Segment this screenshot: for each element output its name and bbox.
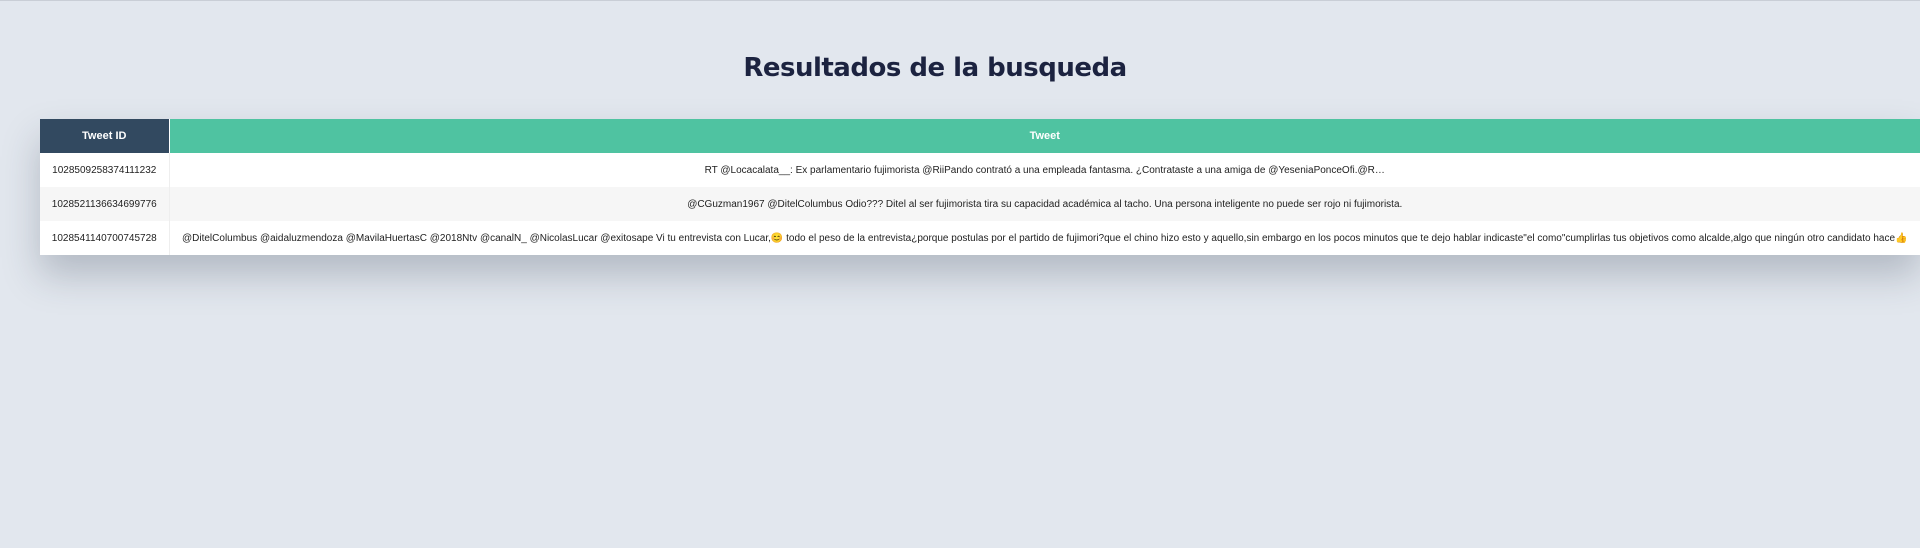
tweet-id-cell: 1028541140700745728 — [40, 221, 170, 255]
tweet-text-cell: @CGuzman1967 @DitelColumbus Odio??? Dite… — [169, 187, 1920, 221]
results-table: Tweet ID Tweet 1028509258374111232 RT @L… — [40, 119, 1920, 255]
table-row: 1028541140700745728 @DitelColumbus @aida… — [40, 221, 1920, 255]
tweet-id-cell: 1028509258374111232 — [40, 153, 170, 187]
column-header-tweet: Tweet — [168, 119, 1920, 153]
column-header-tweet-id: Tweet ID — [40, 119, 169, 153]
table-header-row: Tweet ID Tweet — [40, 119, 1920, 153]
page-title: Resultados de la busqueda — [743, 53, 1127, 83]
tweet-text-cell: RT @Locacalata__: Ex parlamentario fujim… — [704, 164, 1385, 176]
results-table-container: Tweet ID Tweet 1028509258374111232 RT @L… — [40, 119, 1920, 255]
tweet-id-cell: 1028521136634699776 — [40, 187, 170, 221]
table-row: 1028509258374111232 RT @Locacalata__: Ex… — [40, 153, 1920, 187]
table-row: 1028521136634699776 @CGuzman1967 @DitelC… — [40, 187, 1920, 221]
tweet-text-cell: @DitelColumbus @aidaluzmendoza @MavilaHu… — [182, 232, 1908, 244]
